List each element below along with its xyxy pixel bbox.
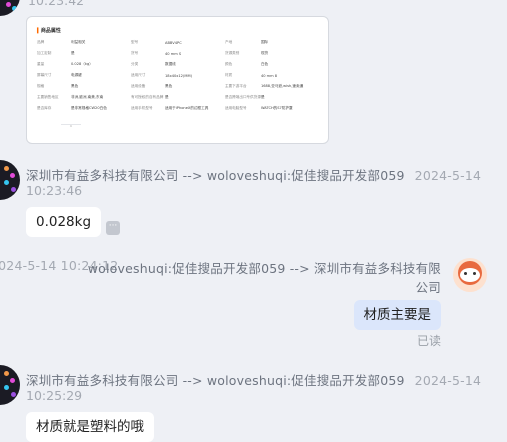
spec-row: 品牌 利益相关 型号 ABBV4PC 产地 国际 [37, 37, 321, 48]
sender-route: 深圳市有益多科技有限公司 --> woloveshuqi:促佳搜品开发部059 [26, 168, 405, 183]
spec-label: 颜色 [225, 62, 233, 66]
sender-route-cont: 公司 [415, 280, 441, 295]
spec-label: 适用设备 [131, 84, 146, 88]
spec-value: 0.028（kg） [71, 62, 93, 66]
message-time: 10:25:29 [26, 388, 83, 403]
spec-row: 加工定制 是 货号 40 mm S 货源类别 现货 [37, 48, 321, 59]
spec-label: 有可授权的自有品牌 [131, 95, 164, 99]
contact-avatar[interactable] [0, 0, 20, 16]
spec-row: 重量 0.028（kg） 分类 数据线 颜色 白色 [37, 59, 321, 70]
spec-row: 规格 黑色 适用设备 黑色 主要下游平台 1688,亚马逊,wish,速卖通 [37, 81, 321, 92]
message-bubble[interactable]: 材质主要是 [353, 300, 441, 330]
message-date: 2024-5-14 [414, 168, 482, 183]
spec-value: 黑色 [165, 84, 173, 88]
spec-label: 货源类别 [225, 51, 240, 55]
spec-row: 主要销售地区 非洲,欧洲,南美,东南 有可授权的自有品牌是是否跨境出口专供货源是 [37, 92, 321, 103]
spec-row: 是否库存 是非常规格CW20白色 适用手机型号 适用于iPhoneX的边框工具 适用电脑… [37, 103, 321, 114]
spec-value: 现货 [260, 51, 269, 55]
spec-label: 型号 [131, 40, 139, 44]
spec-label: 适用电脑型号 [225, 106, 247, 110]
message-bubble[interactable]: 0.028kg [26, 207, 102, 237]
contact-avatar[interactable] [0, 160, 20, 200]
spec-row: 屏幕尺寸 电源键 适用尺寸 18x40x12(MM) 材质 40 mm 8 [37, 70, 321, 81]
spec-value: ABBV4PC [165, 40, 182, 45]
message-date: 2024-5-14 [414, 373, 482, 388]
spec-title: 商品属性 [40, 28, 61, 34]
spec-value: 数据线 [165, 62, 176, 66]
spec-value: 是 [165, 95, 169, 99]
message-time: 10:23:42 [28, 0, 85, 8]
spec-value: 是 [260, 95, 265, 99]
message-header: 深圳市有益多科技有限公司 --> woloveshuqi:促佳搜品开发部059 2… [26, 165, 481, 184]
sender-route: woloveshuqi:促佳搜品开发部059 --> 深圳市有益多科技有限 [87, 261, 441, 276]
spec-value: 白色 [260, 62, 269, 66]
spec-value: 40 mm S [165, 51, 182, 56]
message-bubble[interactable]: 材质就是塑料的哦 [26, 412, 154, 442]
spec-label: 产地 [225, 40, 233, 44]
more-options-icon[interactable]: ··· [106, 221, 120, 235]
message-header: 深圳市有益多科技有限公司 --> woloveshuqi:促佳搜品开发部059 2… [26, 370, 481, 389]
spec-value: 1688,亚马逊,wish,速卖通 [260, 84, 304, 88]
spec-label: 适用手机型号 [131, 106, 153, 110]
spec-value: 18x40x12(MM) [165, 73, 192, 78]
spec-label: 主要销售地区 [37, 95, 59, 99]
expand-chevron-icon: ⌃ [61, 124, 81, 135]
spec-value: 是非常规格CW20白色 [71, 106, 107, 110]
spec-value: WATCH的S7防护罩 [260, 106, 293, 110]
spec-label: 重量 [37, 62, 45, 66]
spec-label: 加工定制 [37, 51, 52, 55]
spec-value: 电源键 [71, 73, 82, 77]
spec-label: 货号 [131, 51, 139, 55]
spec-value: 非洲,欧洲,南美,东南 [71, 95, 104, 99]
spec-label: 屏幕尺寸 [37, 73, 52, 77]
spec-value: 是 [71, 51, 75, 55]
spec-value: 国际 [260, 40, 269, 44]
spec-label: 是否跨境出口专供货源 [225, 95, 261, 99]
spec-value: 适用于iPhoneX的边框工具 [165, 106, 209, 110]
spec-table: 品牌 利益相关 型号 ABBV4PC 产地 国际 加工定制是货号 40 mm S 货源类别 现货重… [37, 37, 321, 114]
spec-label: 主要下游平台 [225, 84, 247, 88]
sender-route: 深圳市有益多科技有限公司 --> woloveshuqi:促佳搜品开发部059 [26, 373, 405, 388]
spec-label: 是否库存 [37, 106, 52, 110]
spec-label: 规格 [37, 84, 45, 88]
read-status: 已读 [416, 334, 441, 348]
spec-label: 适用尺寸 [131, 73, 146, 77]
spec-label: 分类 [131, 62, 139, 66]
product-attributes-image[interactable]: ▍商品属性 品牌 利益相关 型号 ABBV4PC 产地 国际 加工定制是货号 40 mm S货… [26, 16, 329, 144]
contact-avatar[interactable] [0, 365, 20, 405]
spec-value: 40 mm 8 [260, 73, 278, 78]
message-time: 10:23:46 [26, 183, 83, 198]
user-avatar[interactable] [453, 258, 487, 292]
spec-value: 黑色 [71, 84, 79, 88]
spec-value: 利益相关 [71, 40, 86, 44]
spec-label: 品牌 [37, 40, 45, 44]
spec-label: 材质 [225, 73, 233, 77]
